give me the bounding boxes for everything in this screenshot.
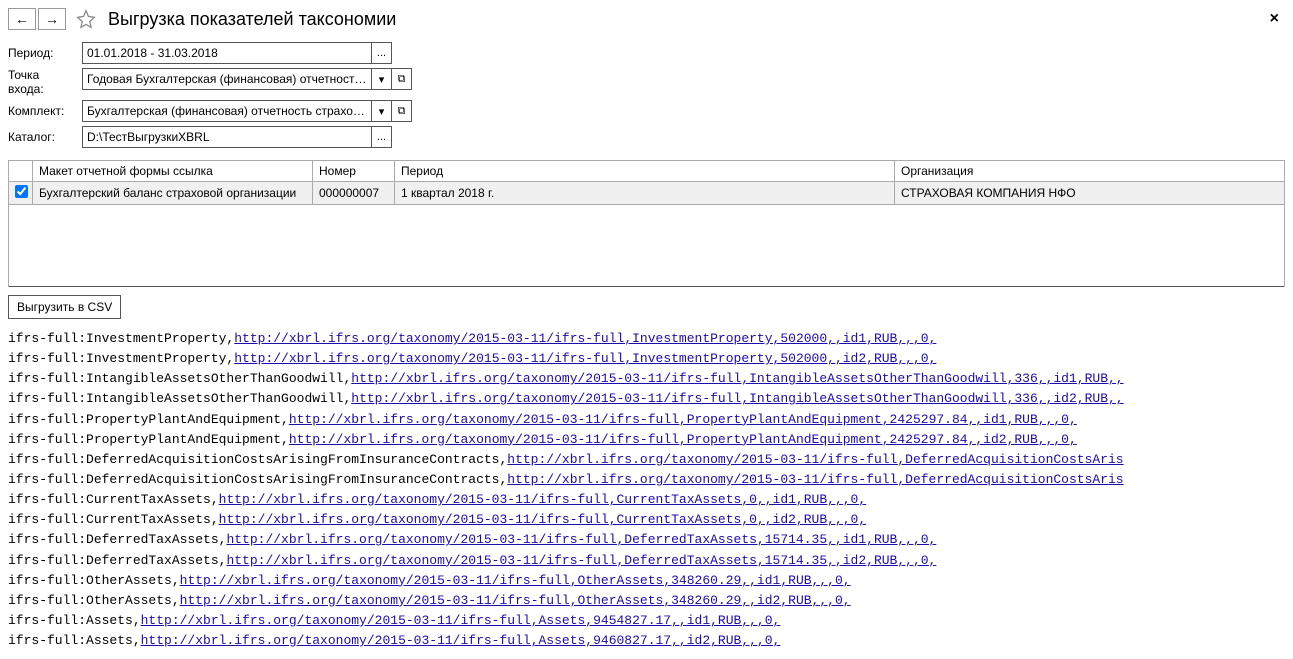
output-link[interactable]: http://xbrl.ifrs.org/taxonomy/2015-03-11…	[351, 371, 1123, 386]
table-empty-area	[9, 205, 1285, 287]
output-line: ifrs-full:CurrentTaxAssets,http://xbrl.i…	[8, 490, 1285, 510]
output-link[interactable]: http://xbrl.ifrs.org/taxonomy/2015-03-11…	[234, 331, 936, 346]
entry-label: Точка входа:	[8, 68, 78, 96]
kit-dropdown-button[interactable]: ▾	[372, 100, 392, 122]
output-line: ifrs-full:InvestmentProperty,http://xbrl…	[8, 329, 1285, 349]
output-link[interactable]: http://xbrl.ifrs.org/taxonomy/2015-03-11…	[507, 452, 1123, 467]
cell-num: 000000007	[313, 182, 395, 205]
output-line: ifrs-full:DeferredTaxAssets,http://xbrl.…	[8, 551, 1285, 571]
output-line: ifrs-full:IntangibleAssetsOtherThanGoodw…	[8, 389, 1285, 409]
catalog-browse-button[interactable]: ...	[372, 126, 392, 148]
report-table: Макет отчетной формы ссылка Номер Период…	[8, 160, 1285, 287]
kit-label: Комплект:	[8, 104, 78, 118]
output-line: ifrs-full:DeferredTaxAssets,http://xbrl.…	[8, 530, 1285, 550]
table-header-row: Макет отчетной формы ссылка Номер Период…	[9, 161, 1285, 182]
catalog-label: Каталог:	[8, 130, 78, 144]
cell-form: Бухгалтерский баланс страховой организац…	[33, 182, 313, 205]
output-prefix: ifrs-full:IntangibleAssetsOtherThanGoodw…	[8, 391, 351, 406]
output-prefix: ifrs-full:DeferredAcquisitionCostsArisin…	[8, 472, 507, 487]
output-prefix: ifrs-full:CurrentTaxAssets,	[8, 512, 219, 527]
col-org: Организация	[895, 161, 1285, 182]
forward-button[interactable]: →	[38, 8, 66, 30]
output-line: ifrs-full:CurrentTaxAssets,http://xbrl.i…	[8, 510, 1285, 530]
output-prefix: ifrs-full:DeferredTaxAssets,	[8, 532, 226, 547]
output-link[interactable]: http://xbrl.ifrs.org/taxonomy/2015-03-11…	[351, 391, 1123, 406]
output-link[interactable]: http://xbrl.ifrs.org/taxonomy/2015-03-11…	[219, 512, 867, 527]
output-prefix: ifrs-full:CurrentTaxAssets,	[8, 492, 219, 507]
cell-org: СТРАХОВАЯ КОМПАНИЯ НФО	[895, 182, 1285, 205]
output-line: ifrs-full:Assets,http://xbrl.ifrs.org/ta…	[8, 611, 1285, 631]
entry-open-button[interactable]: ⧉	[392, 68, 412, 90]
output-line: ifrs-full:OtherAssets,http://xbrl.ifrs.o…	[8, 591, 1285, 611]
output-prefix: ifrs-full:DeferredTaxAssets,	[8, 553, 226, 568]
output-line: ifrs-full:InvestmentProperty,http://xbrl…	[8, 349, 1285, 369]
table-row[interactable]: Бухгалтерский баланс страховой организац…	[9, 182, 1285, 205]
export-csv-button[interactable]: Выгрузить в CSV	[8, 295, 121, 319]
output-line: ifrs-full:IntangibleAssetsOtherThanGoodw…	[8, 369, 1285, 389]
col-num: Номер	[313, 161, 395, 182]
entry-dropdown-button[interactable]: ▾	[372, 68, 392, 90]
csv-output: ifrs-full:InvestmentProperty,http://xbrl…	[8, 329, 1285, 651]
output-line: ifrs-full:DeferredAcquisitionCostsArisin…	[8, 470, 1285, 490]
period-input[interactable]	[82, 42, 372, 64]
cell-period: 1 квартал 2018 г.	[395, 182, 895, 205]
star-icon[interactable]	[76, 9, 96, 29]
output-prefix: ifrs-full:InvestmentProperty,	[8, 331, 234, 346]
output-link[interactable]: http://xbrl.ifrs.org/taxonomy/2015-03-11…	[226, 553, 936, 568]
output-prefix: ifrs-full:InvestmentProperty,	[8, 351, 234, 366]
output-prefix: ifrs-full:Assets,	[8, 633, 141, 648]
output-link[interactable]: http://xbrl.ifrs.org/taxonomy/2015-03-11…	[180, 593, 851, 608]
output-link[interactable]: http://xbrl.ifrs.org/taxonomy/2015-03-11…	[289, 432, 1077, 447]
col-check	[9, 161, 33, 182]
close-icon[interactable]: ×	[1264, 8, 1285, 30]
output-link[interactable]: http://xbrl.ifrs.org/taxonomy/2015-03-11…	[234, 351, 936, 366]
output-line: ifrs-full:OtherAssets,http://xbrl.ifrs.o…	[8, 571, 1285, 591]
period-picker-button[interactable]: ...	[372, 42, 392, 64]
output-link[interactable]: http://xbrl.ifrs.org/taxonomy/2015-03-11…	[289, 412, 1077, 427]
header: ← → Выгрузка показателей таксономии ×	[8, 8, 1285, 30]
back-button[interactable]: ←	[8, 8, 36, 30]
nav-buttons: ← →	[8, 8, 66, 30]
output-link[interactable]: http://xbrl.ifrs.org/taxonomy/2015-03-11…	[180, 573, 851, 588]
col-period: Период	[395, 161, 895, 182]
col-form: Макет отчетной формы ссылка	[33, 161, 313, 182]
kit-open-button[interactable]: ⧉	[392, 100, 412, 122]
output-link[interactable]: http://xbrl.ifrs.org/taxonomy/2015-03-11…	[219, 492, 867, 507]
output-link[interactable]: http://xbrl.ifrs.org/taxonomy/2015-03-11…	[141, 613, 781, 628]
entry-input[interactable]	[82, 68, 372, 90]
output-link[interactable]: http://xbrl.ifrs.org/taxonomy/2015-03-11…	[226, 532, 936, 547]
params-form: Период: ... Точка входа: ▾ ⧉ Комплект: ▾…	[8, 42, 412, 148]
output-prefix: ifrs-full:PropertyPlantAndEquipment,	[8, 412, 289, 427]
period-label: Период:	[8, 46, 78, 60]
output-line: ifrs-full:PropertyPlantAndEquipment,http…	[8, 430, 1285, 450]
row-checkbox[interactable]	[15, 185, 28, 198]
output-line: ifrs-full:PropertyPlantAndEquipment,http…	[8, 410, 1285, 430]
output-prefix: ifrs-full:OtherAssets,	[8, 593, 180, 608]
output-prefix: ifrs-full:IntangibleAssetsOtherThanGoodw…	[8, 371, 351, 386]
catalog-input[interactable]	[82, 126, 372, 148]
output-prefix: ifrs-full:Assets,	[8, 613, 141, 628]
output-prefix: ifrs-full:DeferredAcquisitionCostsArisin…	[8, 452, 507, 467]
output-link[interactable]: http://xbrl.ifrs.org/taxonomy/2015-03-11…	[141, 633, 781, 648]
output-link[interactable]: http://xbrl.ifrs.org/taxonomy/2015-03-11…	[507, 472, 1123, 487]
output-prefix: ifrs-full:PropertyPlantAndEquipment,	[8, 432, 289, 447]
page-title: Выгрузка показателей таксономии	[108, 9, 396, 30]
output-line: ifrs-full:DeferredAcquisitionCostsArisin…	[8, 450, 1285, 470]
kit-input[interactable]	[82, 100, 372, 122]
output-line: ifrs-full:Assets,http://xbrl.ifrs.org/ta…	[8, 631, 1285, 651]
output-prefix: ifrs-full:OtherAssets,	[8, 573, 180, 588]
